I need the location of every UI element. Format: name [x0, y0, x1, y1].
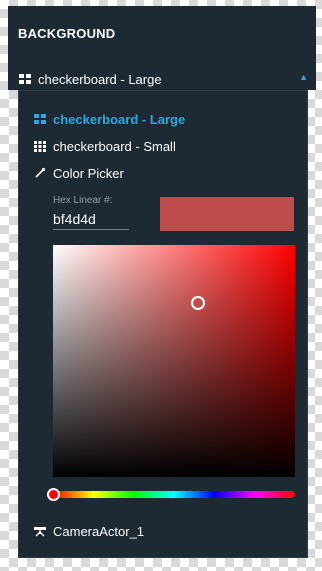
option-camera-actor[interactable]: CameraActor_1 — [33, 521, 144, 541]
chevron-up-icon[interactable]: ▲ — [299, 72, 308, 82]
option-label: checkerboard - Small — [53, 138, 176, 154]
grid-large-icon — [33, 112, 47, 126]
color-swatch — [160, 197, 294, 231]
grid-small-icon — [33, 139, 47, 153]
hex-input[interactable] — [53, 209, 129, 230]
hue-slider-handle[interactable] — [47, 488, 60, 501]
value-gradient — [53, 245, 295, 477]
hex-label: Hex Linear #: — [53, 195, 113, 206]
grid-large-icon — [18, 72, 32, 86]
hue-slider[interactable] — [47, 488, 295, 501]
option-label: CameraActor_1 — [53, 523, 145, 539]
option-label: Color Picker — [53, 165, 124, 181]
background-select[interactable]: checkerboard - Large ▲ — [18, 68, 310, 90]
option-label: checkerboard - Large — [53, 111, 186, 127]
option-color-picker[interactable]: Color Picker — [33, 163, 124, 183]
background-dropdown: checkerboard - Large checkerboard - Smal… — [18, 90, 308, 558]
color-cursor[interactable] — [191, 296, 206, 310]
section-title: BACKGROUND — [18, 26, 116, 41]
option-checkerboard-small[interactable]: checkerboard - Small — [33, 136, 176, 156]
option-checkerboard-large[interactable]: checkerboard - Large — [33, 109, 185, 129]
eyedropper-icon — [33, 166, 47, 180]
saturation-value-area[interactable] — [53, 245, 295, 477]
background-panel: BACKGROUND checkerboard - Large ▲ — [8, 6, 316, 90]
camera-icon — [33, 524, 47, 538]
select-value: checkerboard - Large — [38, 71, 162, 87]
